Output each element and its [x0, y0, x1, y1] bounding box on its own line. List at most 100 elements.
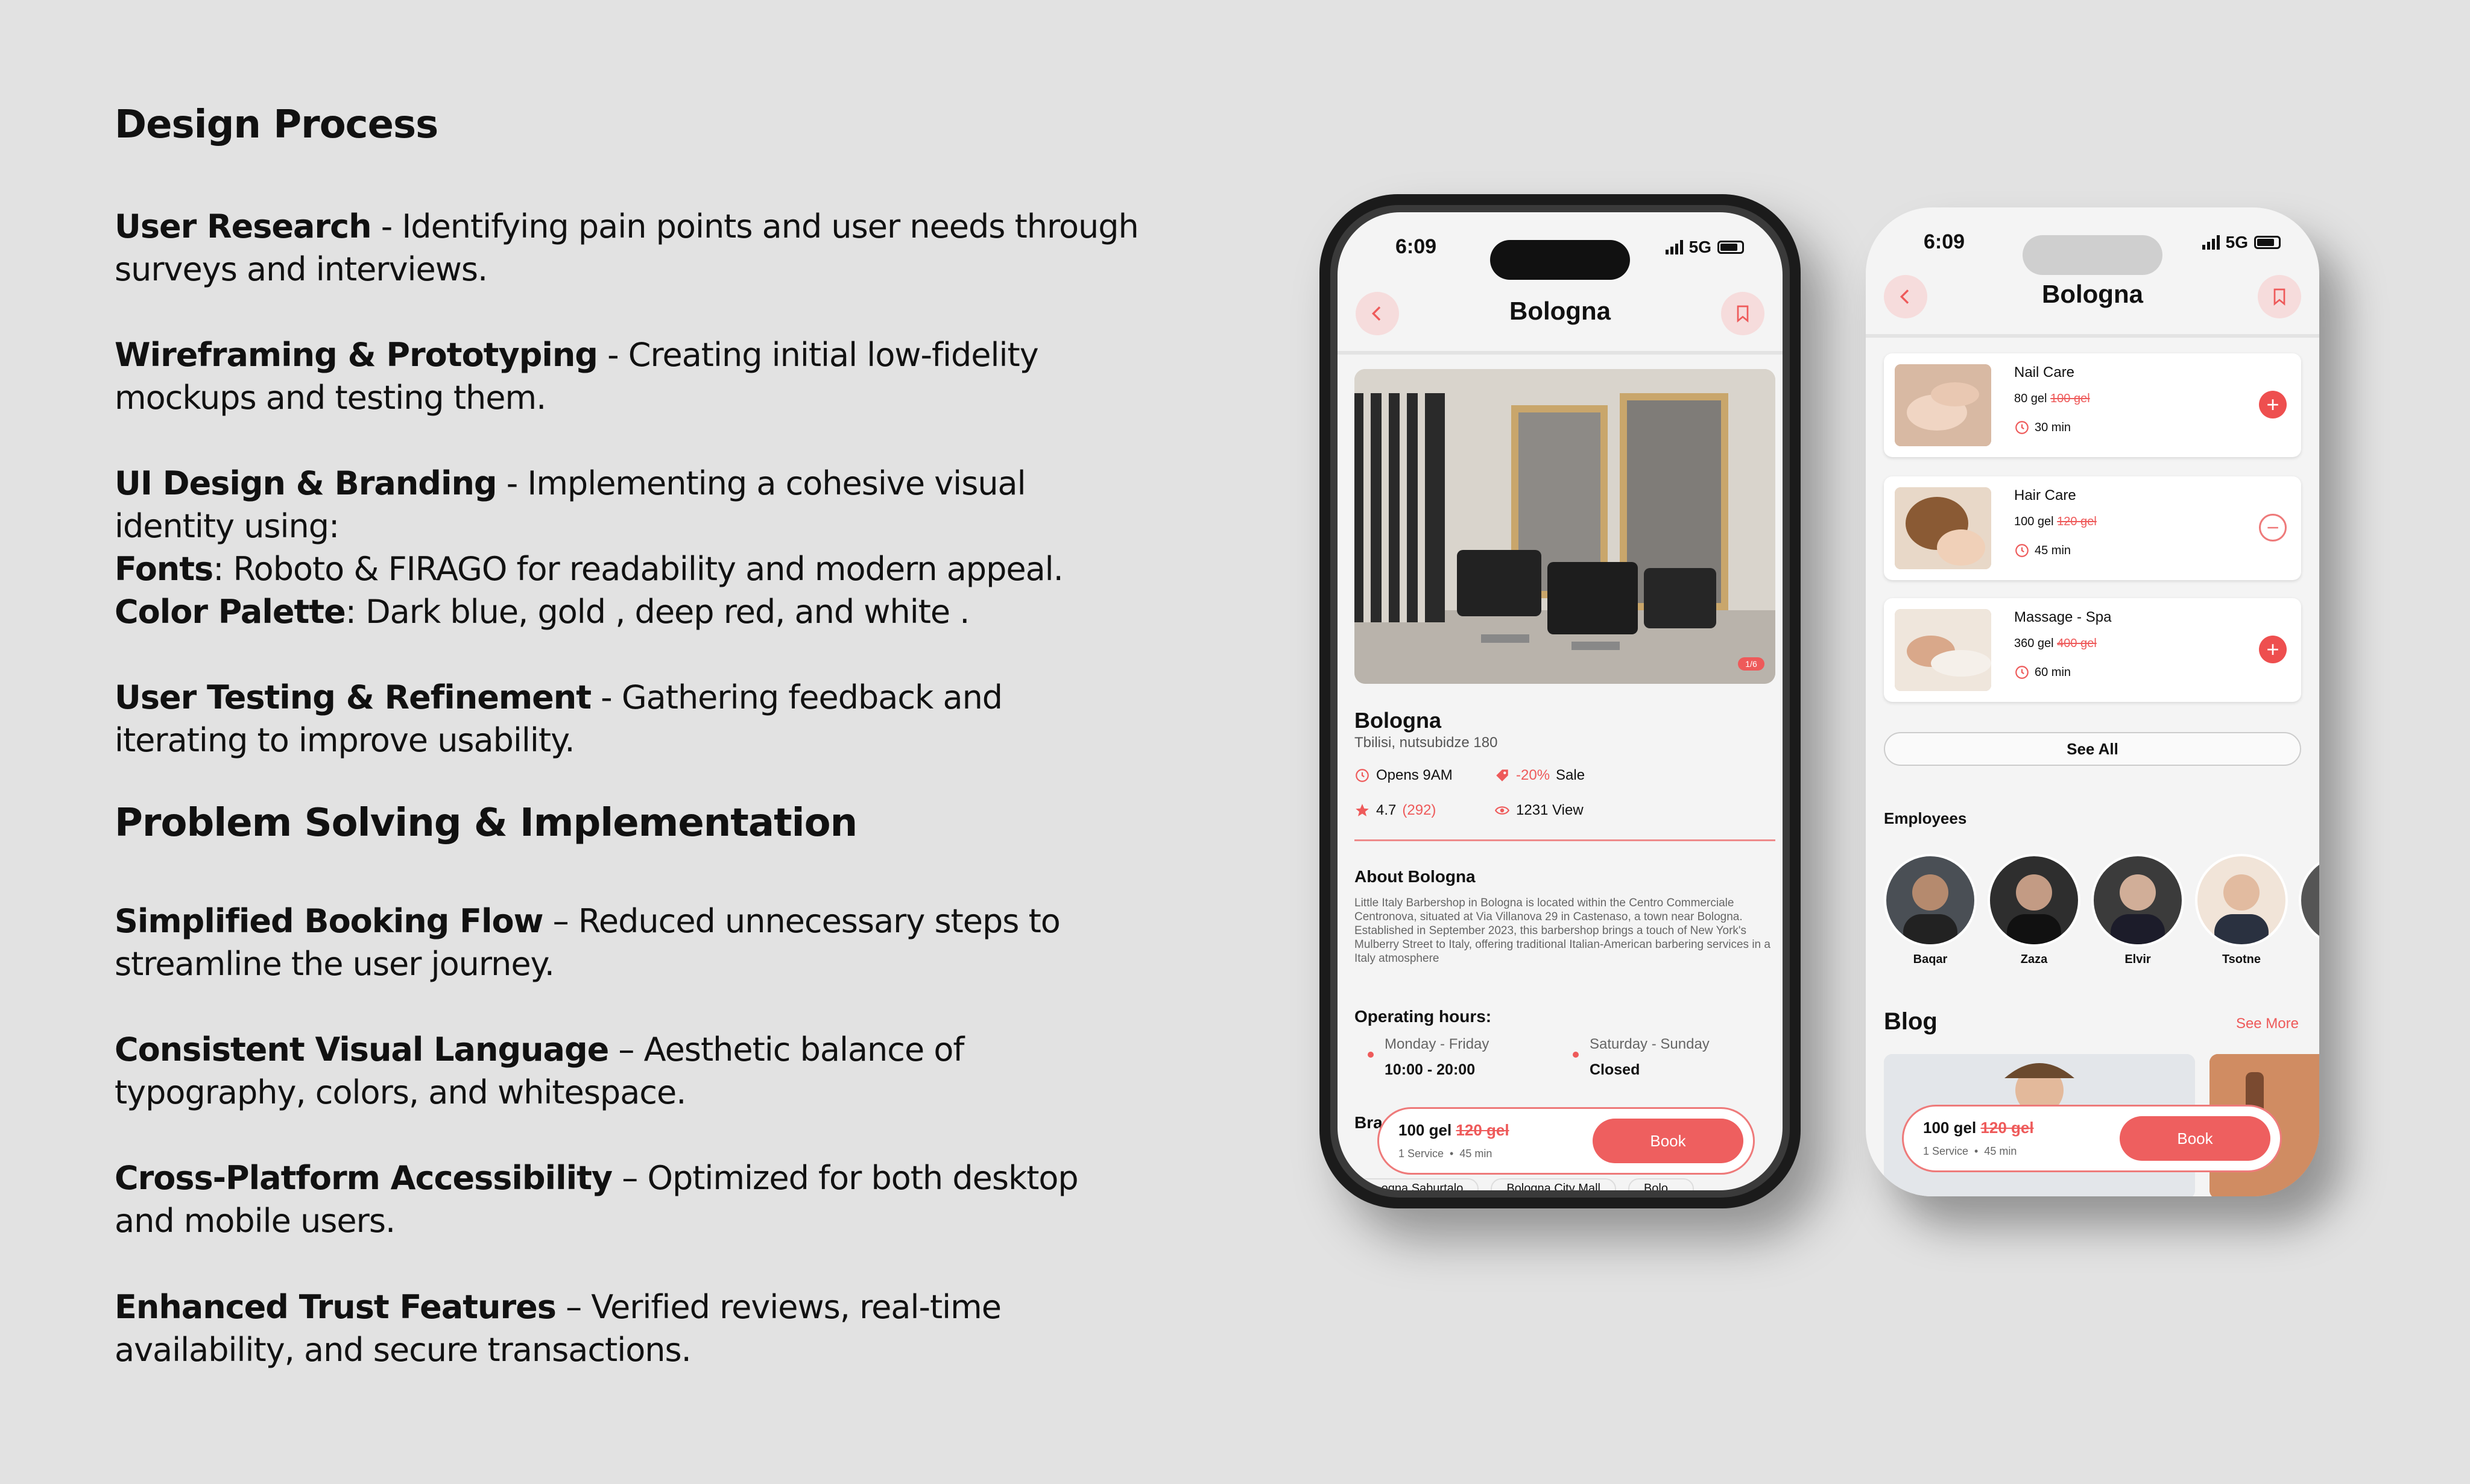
- bookmark-icon: [1737, 305, 1749, 323]
- battery-icon: [1717, 241, 1744, 254]
- status-time: 6:09: [1395, 235, 1437, 258]
- avatar: [2299, 854, 2319, 947]
- massage-thumbnail: [1895, 609, 1991, 691]
- status-bar: 6:09 5G: [1866, 224, 2319, 275]
- accessibility-paragraph: Cross-Platform Accessibility – Optimized…: [115, 1159, 1079, 1240]
- plus-icon: +: [2266, 392, 2279, 417]
- service-card[interactable]: Hair Care 100 gel 120 gel 45 min −: [1884, 476, 2301, 580]
- rating[interactable]: 4.7 (292): [1354, 802, 1436, 819]
- employee-card[interactable]: Baqar: [1884, 854, 1977, 967]
- see-all-button[interactable]: See All: [1884, 732, 2301, 766]
- service-price: 360 gel 400 gel: [2014, 637, 2097, 650]
- salon-interior-image: 1/6: [1354, 369, 1775, 684]
- status-bar: 6:09 5G: [1338, 229, 1783, 280]
- design-process-heading: Design Process: [115, 103, 438, 147]
- blog-heading: Blog: [1884, 1008, 1938, 1035]
- simplified-booking-paragraph: Simplified Booking Flow – Reduced unnece…: [115, 902, 1061, 983]
- branch-chip[interactable]: Bologna City Mall: [1491, 1178, 1616, 1190]
- booking-bar: 100 gel 120 gel 1 Service • 45 min Book: [1902, 1105, 2282, 1172]
- service-name: Hair Care: [2014, 487, 2076, 504]
- top-navbar: Bologna: [1866, 262, 2319, 338]
- nail-care-thumbnail: [1895, 364, 1991, 446]
- about-heading: About Bologna: [1354, 867, 1476, 886]
- hairstyle-image: [1895, 487, 1991, 569]
- clock-icon: [2015, 421, 2029, 434]
- add-service-button[interactable]: +: [2259, 391, 2287, 418]
- branch-chips: ...ogna Saburtalo Bologna City Mall Bolo…: [1356, 1178, 1694, 1190]
- booking-price: 100 gel 120 gel: [1398, 1121, 1509, 1139]
- avatar: [2091, 854, 2184, 947]
- avatar: [2195, 854, 2288, 947]
- massage-image: [1895, 609, 1991, 691]
- trust-paragraph: Enhanced Trust Features – Verified revie…: [115, 1288, 1002, 1369]
- bullet-dot: [1573, 1052, 1579, 1058]
- battery-icon: [2254, 236, 2281, 249]
- booking-bar: 100 gel 120 gel 1 Service • 45 min Book: [1377, 1107, 1755, 1175]
- employee-card[interactable]: Tsotne: [2195, 854, 2288, 967]
- status-indicators: 5G: [1665, 238, 1744, 257]
- branch-chip[interactable]: ...ogna Saburtalo: [1356, 1178, 1479, 1190]
- venue-address: Tbilisi, nutsubidze 180: [1354, 734, 1498, 751]
- add-service-button[interactable]: +: [2259, 636, 2287, 663]
- image-counter: 1/6: [1745, 659, 1757, 669]
- venue-name: Bologna: [1354, 708, 1441, 733]
- status-time: 6:09: [1924, 230, 1965, 253]
- hours-heading: Operating hours:: [1354, 1007, 1492, 1026]
- service-card[interactable]: Massage - Spa 360 gel 400 gel 60 min +: [1884, 598, 2301, 702]
- bookmark-button[interactable]: [1721, 292, 1764, 335]
- branch-chip[interactable]: Bolo...: [1628, 1178, 1694, 1190]
- portrait-image: [2111, 874, 2165, 944]
- divider: [1354, 839, 1775, 841]
- signal-icon: [2202, 235, 2220, 250]
- see-more-link[interactable]: See More: [2236, 1015, 2299, 1032]
- remove-service-button[interactable]: −: [2259, 514, 2287, 542]
- service-price: 100 gel 120 gel: [2014, 515, 2097, 528]
- phone-mockup-services: 6:09 5G Bologna Nail Care 80 gel 100 gel…: [1866, 207, 2319, 1196]
- page-title: Bologna: [2042, 280, 2143, 308]
- salon-photo[interactable]: 1/6: [1354, 369, 1775, 684]
- eye-icon: [1494, 806, 1510, 815]
- about-text: Little Italy Barbershop in Bologna is lo…: [1354, 897, 1770, 965]
- service-card[interactable]: Nail Care 80 gel 100 gel 30 min +: [1884, 353, 2301, 457]
- status-indicators: 5G: [2202, 233, 2281, 252]
- weekday-hours: Monday - Friday 10:00 - 20:00: [1368, 1036, 1489, 1079]
- booking-meta: 1 Service • 45 min: [1398, 1148, 1492, 1160]
- user-research-paragraph: User Research - Identifying pain points …: [115, 207, 1139, 288]
- bookmark-button[interactable]: [2258, 275, 2301, 318]
- dynamic-island: [1490, 240, 1630, 280]
- employee-card[interactable]: Zaza: [1988, 854, 2080, 967]
- avatar: [1884, 854, 1977, 947]
- service-duration: 60 min: [2014, 665, 2071, 680]
- phone-bezel: 6:09 5G Bologna 1/6 Bologna Tbilisi, nut…: [1330, 205, 1790, 1198]
- book-button[interactable]: Book: [2120, 1116, 2270, 1161]
- plus-icon: +: [2266, 637, 2279, 661]
- phone-mockup-detail: 6:09 5G Bologna 1/6 Bologna Tbilisi, nut…: [1319, 194, 1801, 1208]
- venue-detail-screen: 6:09 5G Bologna 1/6 Bologna Tbilisi, nut…: [1338, 212, 1783, 1190]
- clock-icon: [1356, 769, 1369, 782]
- booking-meta: 1 Service • 45 min: [1923, 1145, 2017, 1157]
- employee-card[interactable]: [2299, 854, 2319, 953]
- service-name: Nail Care: [2014, 364, 2075, 380]
- employees-heading: Employees: [1884, 809, 1967, 827]
- user-testing-paragraph: User Testing & Refinement - Gathering fe…: [115, 678, 1003, 759]
- hair-care-thumbnail: [1895, 487, 1991, 569]
- employee-card[interactable]: Elvir: [2091, 854, 2184, 967]
- clock-icon: [2015, 666, 2029, 679]
- wireframing-paragraph: Wireframing & Prototyping - Creating ini…: [115, 336, 1039, 417]
- avatar: [1988, 854, 2080, 947]
- visual-language-paragraph: Consistent Visual Language – Aesthetic b…: [115, 1031, 964, 1111]
- book-button[interactable]: Book: [1593, 1119, 1743, 1163]
- network-label: 5G: [1688, 238, 1711, 256]
- network-label: 5G: [2225, 233, 2248, 251]
- bullet-dot: [1368, 1052, 1374, 1058]
- view-count: 1231 View: [1494, 802, 1584, 819]
- service-duration: 30 min: [2014, 420, 2071, 435]
- problem-solving-heading: Problem Solving & Implementation: [115, 801, 858, 845]
- portrait-image: [1903, 874, 1957, 944]
- branches-heading: Bra: [1354, 1113, 1383, 1132]
- portrait-image: [2007, 874, 2061, 944]
- ui-design-paragraph: UI Design & Branding - Implementing a co…: [115, 464, 1064, 631]
- hands-image: [1895, 364, 1991, 446]
- portrait-image: [2214, 874, 2269, 944]
- page-title: Bologna: [1509, 297, 1611, 325]
